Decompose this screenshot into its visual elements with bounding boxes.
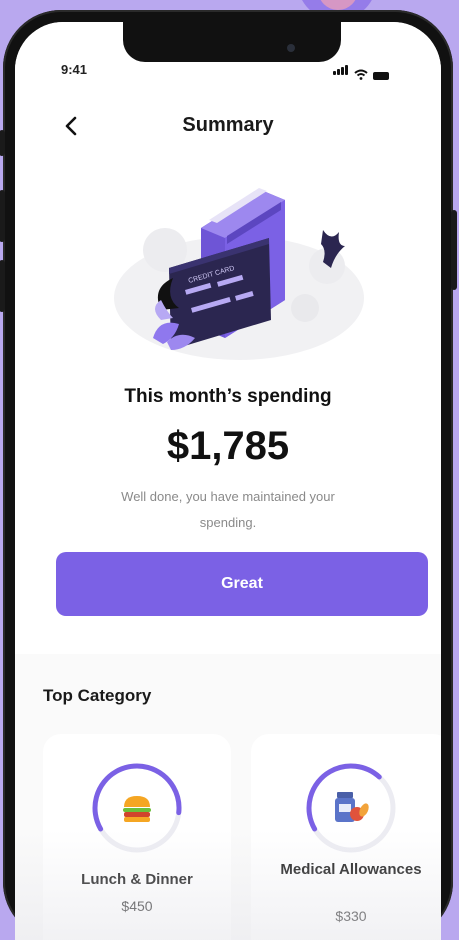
category-card-lunch[interactable]: Lunch & Dinner $450: [43, 734, 231, 940]
spending-amount: $1,785: [166, 424, 290, 468]
medicine-icon: [335, 792, 369, 822]
top-category-title: Top Category: [43, 686, 152, 705]
wifi-icon: [354, 69, 368, 80]
great-button[interactable]: Great: [56, 552, 428, 616]
battery-icon: [373, 72, 389, 80]
category-name: Lunch & Dinner: [81, 871, 193, 888]
power-button: [451, 210, 457, 290]
spending-label: This month’s spending: [124, 386, 332, 407]
signal-icon: [333, 62, 349, 80]
category-amount: $450: [121, 898, 153, 914]
screen: 9:41 Summary CREDIT CARD This month’s sp…: [15, 22, 441, 940]
burger-icon: [123, 796, 151, 822]
volume-up-button: [0, 190, 5, 242]
volume-down-button: [0, 260, 5, 312]
category-amount: $330: [335, 908, 367, 924]
page-title: Summary: [182, 114, 274, 136]
status-time: 9:41: [61, 62, 88, 77]
wallet-illustration: CREDIT CARD: [114, 188, 364, 360]
status-icons: [333, 62, 389, 80]
category-name: Medical Allowances: [280, 861, 422, 878]
notch: [123, 22, 341, 62]
mute-switch: [0, 130, 5, 156]
spending-message: Well done, you have maintained your spen…: [121, 489, 335, 530]
camera: [287, 44, 295, 52]
phone-frame: 9:41 Summary CREDIT CARD This month’s sp…: [0, 10, 457, 940]
category-card-medical[interactable]: Medical Allowances $330: [251, 734, 441, 940]
